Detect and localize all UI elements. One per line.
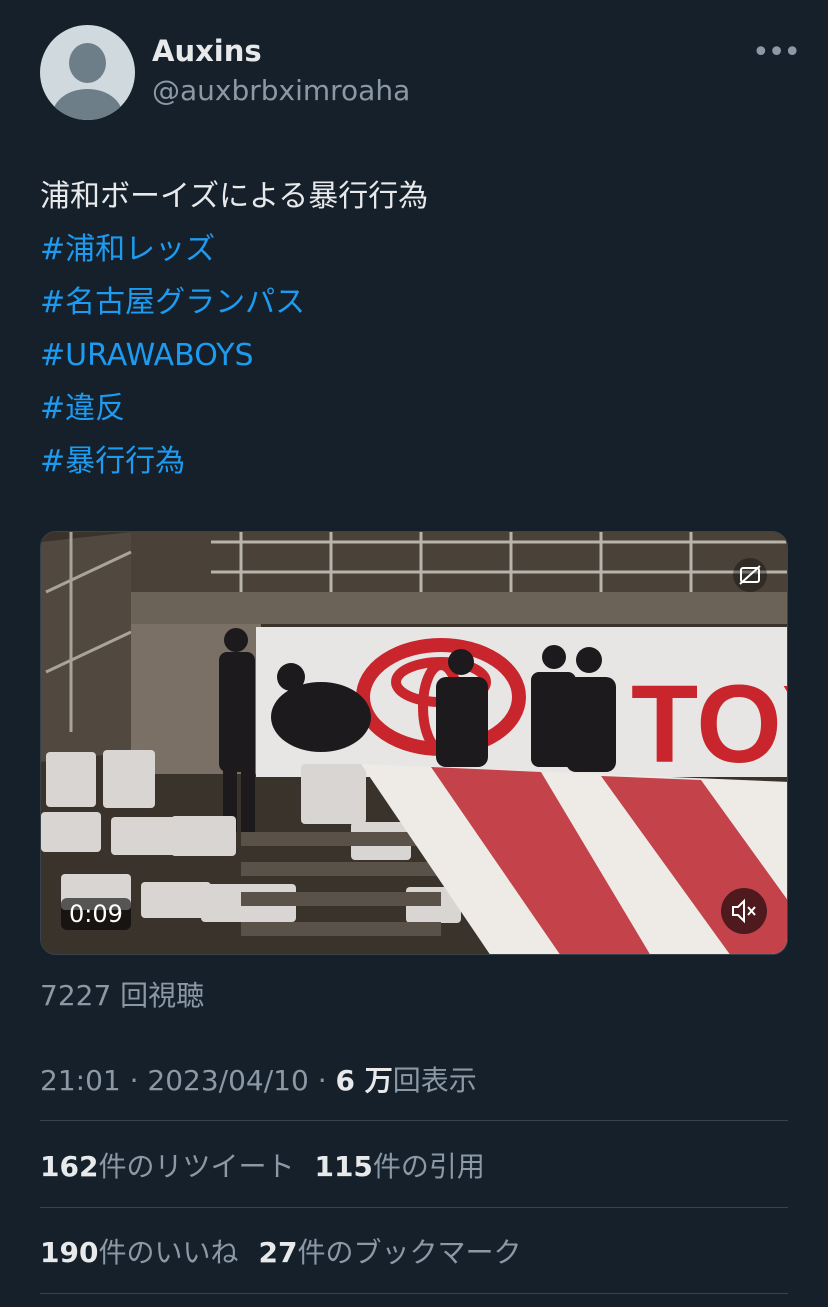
separator-dot: · [317,1064,327,1097]
stats-row-likes: 190件のいいね 27件のブックマーク [40,1231,521,1271]
tweet-time: 21:01 [40,1064,121,1097]
video-player[interactable]: TOY [40,531,788,955]
billboard-text: TOY [631,663,788,786]
divider [40,1120,788,1121]
divider [40,1207,788,1208]
tweet-timestamp[interactable]: 21:01 · 2023/04/10 · 6 万回表示 [40,1059,477,1099]
user-handle[interactable]: @auxbrbximroaha [152,74,410,107]
quotes-stat[interactable]: 115件の引用 [314,1150,484,1183]
avatar[interactable] [40,25,135,120]
tweet-text: 浦和ボーイズによる暴行行為 #浦和レッズ #名古屋グランパス #URAWABOY… [40,170,800,488]
view-count: 7227 回視聴 [40,979,205,1012]
bookmark-count: 27 [258,1236,298,1269]
video-duration: 0:09 [61,898,131,930]
hashtag-link[interactable]: #暴行行為 [40,435,800,488]
hashtag-link[interactable]: #URAWABOYS [40,329,800,382]
bookmark-label: 件のブックマーク [297,1236,522,1269]
tweet-body-line: 浦和ボーイズによる暴行行為 [40,179,429,214]
muted-speaker-icon[interactable] [721,888,767,934]
likes-stat[interactable]: 190件のいいね [40,1236,238,1269]
like-count: 190 [40,1236,99,1269]
retweet-label: 件のリツイート [98,1150,295,1183]
retweets-stat[interactable]: 162件のリツイート [40,1150,294,1183]
retweet-count: 162 [40,1150,99,1183]
avatar-default-body [53,89,122,120]
impressions-label: 回表示 [392,1064,477,1097]
bookmarks-stat[interactable]: 27件のブックマーク [258,1236,521,1269]
divider [40,1293,788,1294]
more-options-icon[interactable]: ••• [752,38,801,68]
hashtag-link[interactable]: #浦和レッズ [40,223,800,276]
separator-dot: · [129,1064,139,1097]
hashtag-link[interactable]: #名古屋グランパス [40,276,800,329]
quote-count: 115 [314,1150,373,1183]
quote-label: 件の引用 [372,1150,485,1183]
like-label: 件のいいね [98,1236,239,1269]
tweet-date: 2023/04/10 [147,1064,309,1097]
video-frame: TOY [41,532,788,954]
hashtag-link[interactable]: #違反 [40,382,800,435]
display-name[interactable]: Auxins [152,34,262,68]
impressions-count: 6 万 [335,1064,393,1097]
avatar-default-head [69,43,106,83]
closed-captions-icon[interactable] [733,558,767,592]
stats-row-retweets: 162件のリツイート 115件の引用 [40,1145,485,1185]
